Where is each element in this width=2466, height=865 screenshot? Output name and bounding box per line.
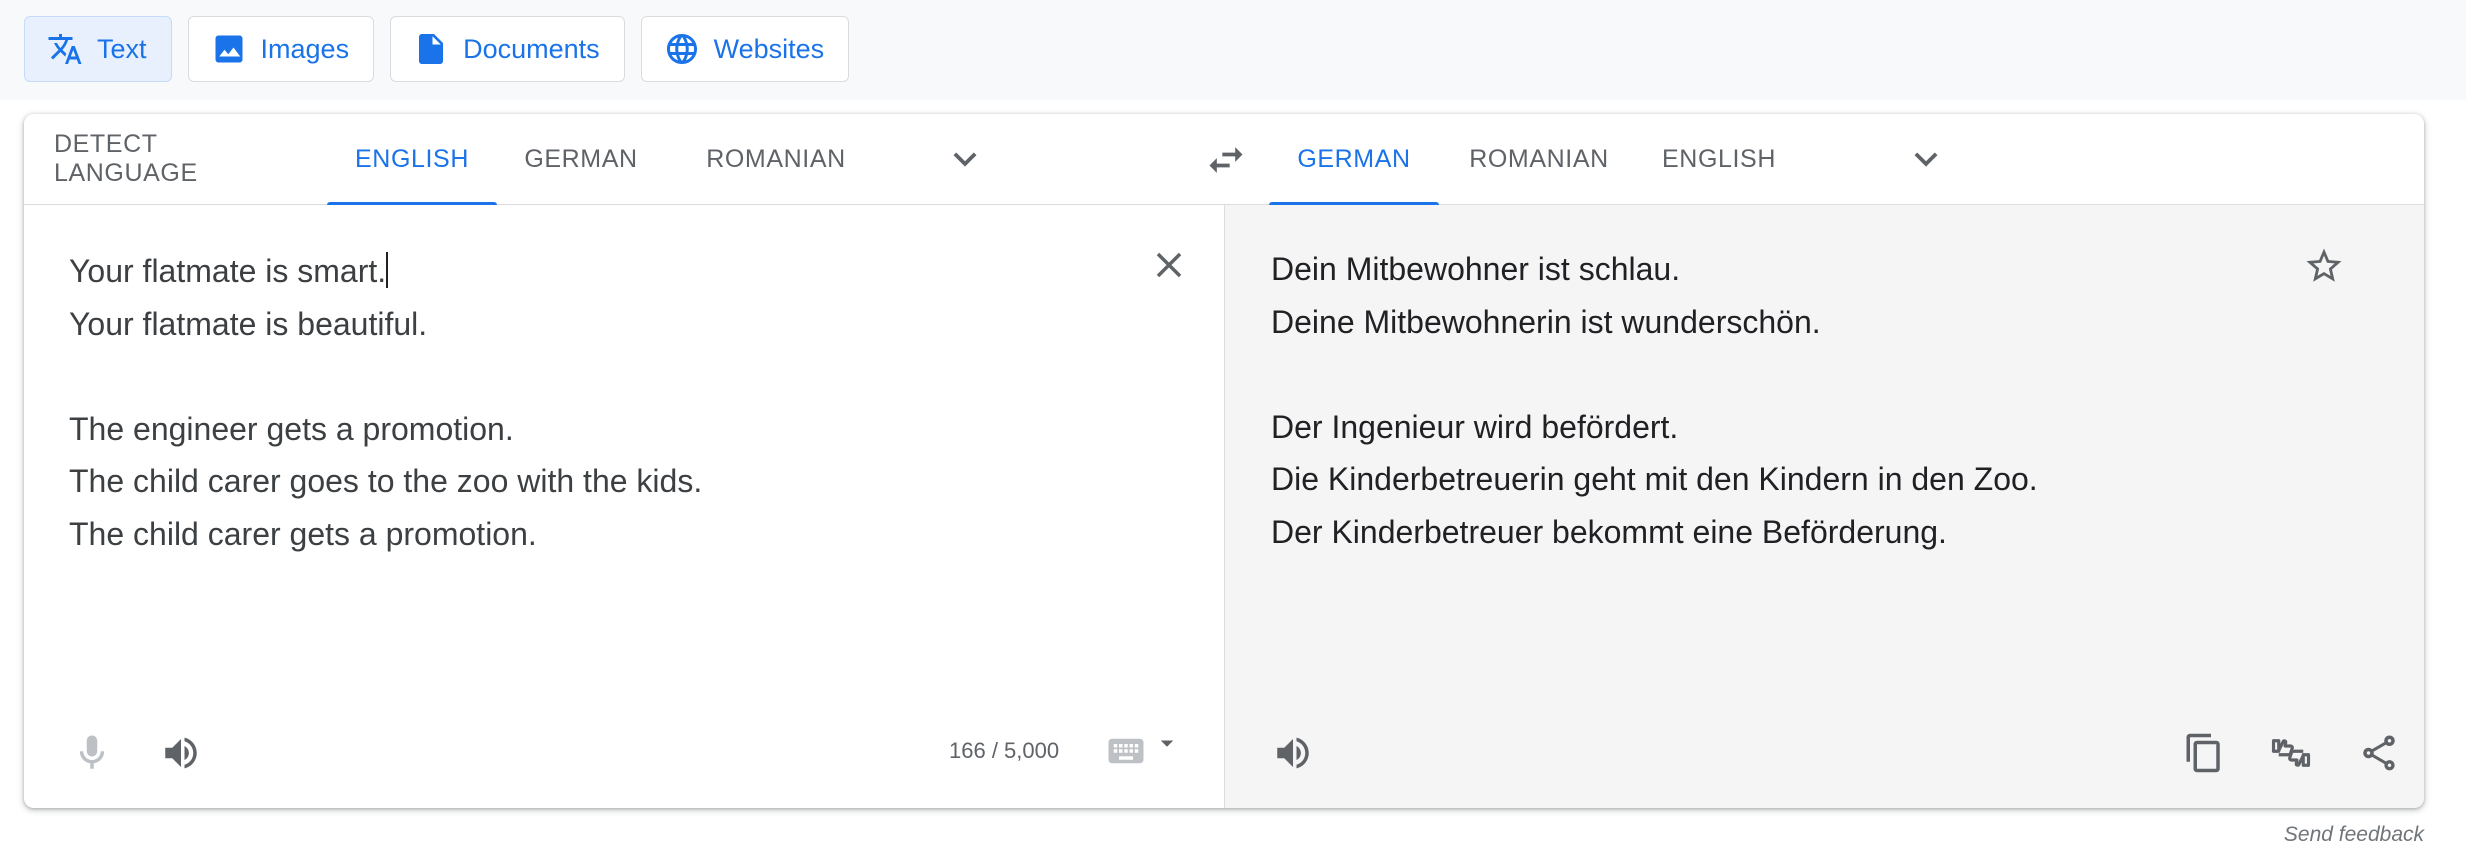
translation-pane: Dein Mitbewohner ist schlau. Deine Mitbe… (1224, 205, 2424, 808)
volume-icon (1277, 737, 1309, 769)
listen-translation-button[interactable] (1269, 729, 1317, 777)
source-lang-english[interactable]: ENGLISH (327, 114, 497, 205)
translation-line: Deine Mitbewohnerin ist wunderschön. (1271, 303, 1821, 340)
source-line: Your flatmate is beautiful. (69, 305, 428, 342)
globe-icon (664, 31, 700, 67)
character-count: 166 / 5,000 (949, 738, 1060, 763)
source-line: The child carer goes to the zoo with the… (69, 463, 703, 499)
source-lang-detect[interactable]: DETECT LANGUAGE (54, 114, 244, 204)
send-feedback-link[interactable]: Send feedback (2284, 823, 2424, 847)
mode-tabs: Text Images Documents Websites (24, 16, 850, 82)
share-translation-button[interactable] (2355, 729, 2403, 777)
listen-source-button[interactable] (157, 729, 205, 777)
star-icon (2306, 248, 2342, 282)
language-bar: DETECT LANGUAGE ENGLISH GERMAN ROMANIAN … (24, 114, 2424, 205)
swap-languages-button[interactable] (1204, 138, 1248, 182)
target-lang-english[interactable]: ENGLISH (1644, 114, 1794, 204)
mode-tab-label: Documents (463, 33, 600, 64)
save-translation-button[interactable] (2300, 242, 2348, 290)
target-lang-romanian[interactable]: ROMANIAN (1454, 114, 1624, 204)
rate-translation-icon (2271, 739, 2311, 767)
source-text-input[interactable]: Your flatmate is smart. Your flatmate is… (69, 245, 702, 560)
caret-down-icon (1160, 740, 1174, 747)
clear-text-button[interactable] (1145, 241, 1193, 289)
text-caret (386, 252, 389, 288)
mode-tab-websites[interactable]: Websites (640, 16, 850, 82)
document-icon (413, 31, 449, 67)
target-lang-german[interactable]: GERMAN (1269, 114, 1439, 205)
source-lang-german[interactable]: GERMAN (511, 114, 651, 204)
translation-output: Dein Mitbewohner ist schlau. Deine Mitbe… (1271, 243, 2038, 558)
mode-tab-label: Images (260, 33, 350, 64)
translation-line: Der Kinderbetreuer bekommt eine Beförder… (1271, 513, 1947, 550)
swap-horiz-icon (1209, 147, 1243, 173)
copy-icon (2186, 733, 2220, 773)
keyboard-button[interactable] (1102, 727, 1150, 775)
translation-line: Der Ingenieur wird befördert. (1271, 408, 1679, 445)
translation-line: Die Kinderbetreuerin geht mit den Kinder… (1271, 461, 2038, 497)
copy-translation-button[interactable] (2180, 729, 2228, 777)
source-line: The child carer gets a promotion. (69, 515, 537, 552)
chevron-down-icon[interactable] (942, 136, 988, 182)
keyboard-icon (1108, 738, 1144, 764)
mode-tab-documents[interactable]: Documents (390, 16, 625, 82)
rate-translation-button[interactable] (2267, 729, 2315, 777)
mic-icon (79, 735, 105, 769)
volume-icon (165, 737, 197, 769)
input-tools-menu[interactable] (1152, 719, 1182, 767)
source-line: The engineer gets a promotion. (69, 410, 514, 447)
source-line: Your flatmate is smart. (69, 253, 387, 289)
image-icon (211, 31, 247, 67)
translation-line: Dein Mitbewohner ist schlau. (1271, 251, 1681, 287)
source-pane: Your flatmate is smart. Your flatmate is… (24, 205, 1224, 808)
translator-card: DETECT LANGUAGE ENGLISH GERMAN ROMANIAN … (24, 114, 2424, 808)
mode-tab-images[interactable]: Images (187, 16, 375, 82)
voice-input-button[interactable] (68, 729, 116, 777)
mode-tab-text[interactable]: Text (24, 16, 172, 82)
chevron-down-icon[interactable] (1903, 136, 1949, 182)
share-icon (2363, 735, 2395, 771)
mode-tab-label: Text (97, 33, 147, 64)
translate-icon (47, 31, 83, 67)
mode-toolbar: Text Images Documents Websites (0, 0, 2466, 100)
source-lang-romanian[interactable]: ROMANIAN (676, 114, 876, 204)
mode-tab-label: Websites (713, 33, 825, 64)
close-icon (1156, 252, 1182, 278)
